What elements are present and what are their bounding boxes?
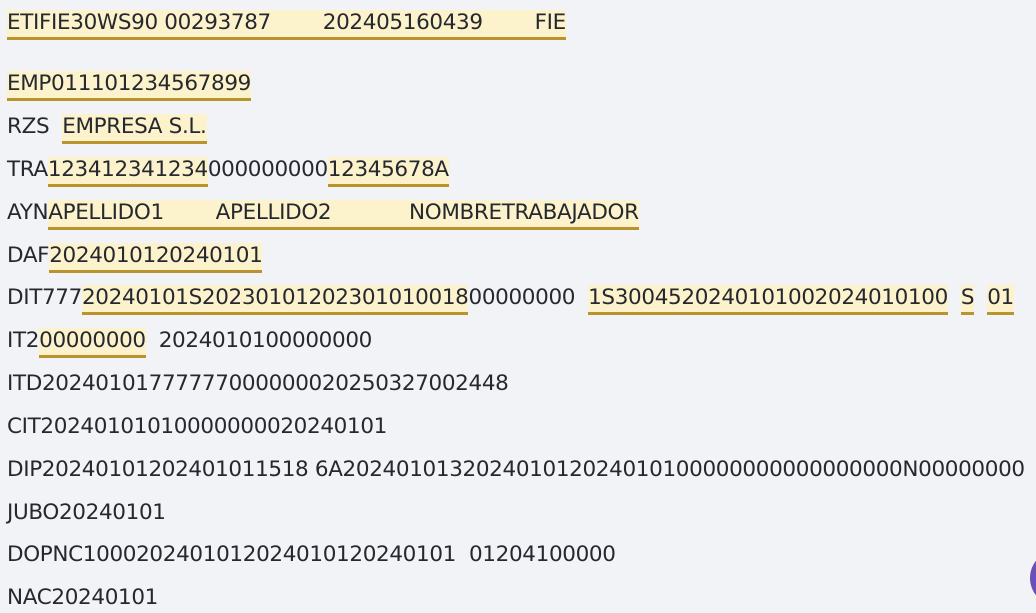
- line-itd: ITD20240101777777000000020250327002448: [7, 369, 509, 399]
- record-text: [974, 285, 987, 310]
- line-daf: DAF2024010120240101: [7, 241, 263, 273]
- line-tra: TRA12341234123400000000012345678A: [7, 155, 449, 187]
- record-text: [948, 285, 961, 310]
- record-text: ITD20240101777777000000020250327002448: [7, 371, 509, 396]
- record-text: 000000000: [207, 157, 328, 182]
- highlighted-field: EMP01110123456789: [7, 71, 238, 101]
- record-text: 2024010100000000: [145, 328, 373, 353]
- highlighted-field: 12345678A: [327, 157, 449, 187]
- line-dopnc: DOPNC1000202401012024010120240101 012041…: [7, 540, 616, 570]
- record-text: AYN: [7, 200, 49, 225]
- line-cit: CIT20240101010000000020240101: [7, 412, 387, 442]
- line-rzs: RZS EMPRESA S.L.: [7, 112, 207, 144]
- highlighted-field: S: [960, 285, 975, 315]
- line-nac: NAC20240101: [7, 583, 158, 613]
- line-ayn: AYNAPELLIDO1 APELLIDO2 NOMBRETRABAJADOR: [7, 198, 639, 230]
- record-text: RZS: [7, 114, 63, 139]
- record-text: JUBO20240101: [7, 500, 166, 525]
- highlighted-field: 9: [237, 71, 251, 101]
- line-dip: DIP20240101202401011518 6A20240101320240…: [7, 455, 1025, 485]
- record-text: NAC20240101: [7, 585, 159, 610]
- line-it2: IT200000000 2024010100000000: [7, 326, 373, 358]
- line-jubo: JUBO20240101: [7, 498, 166, 528]
- highlighted-field: 1S3004520240101002024010100: [588, 285, 948, 315]
- highlighted-field: 2024010120240101: [49, 243, 263, 273]
- highlighted-field: APELLIDO1 APELLIDO2 NOMBRETRABAJADOR: [48, 200, 639, 230]
- highlighted-field: 01: [987, 285, 1014, 315]
- highlighted-field: ETIFIE30WS90 00293787 202405160439 FIE: [7, 10, 566, 40]
- line-emp: EMP011101234567899: [7, 69, 251, 101]
- record-text: TRA: [7, 157, 48, 182]
- record-text: DAF: [7, 243, 50, 268]
- record-text: DIT777: [7, 285, 82, 310]
- highlighted-field: EMPRESA S.L.: [62, 114, 207, 144]
- floating-action-button[interactable]: [1030, 550, 1036, 606]
- record-text: DIP20240101202401011518 6A20240101320240…: [7, 457, 1025, 482]
- record-text: 00000000: [468, 285, 589, 310]
- record-text: IT2: [7, 328, 40, 353]
- line-eti: ETIFIE30WS90 00293787 202405160439 FIE: [7, 8, 566, 40]
- line-dit: DIT77720240101S2023010120230101001800000…: [7, 283, 1014, 315]
- highlighted-field: 00000000: [39, 328, 146, 358]
- highlighted-field: 123412341234: [47, 157, 208, 187]
- record-text: CIT20240101010000000020240101: [7, 414, 387, 439]
- record-text: DOPNC1000202401012024010120240101 012041…: [7, 542, 616, 567]
- highlighted-field: 20240101S20230101202301010018: [81, 285, 469, 315]
